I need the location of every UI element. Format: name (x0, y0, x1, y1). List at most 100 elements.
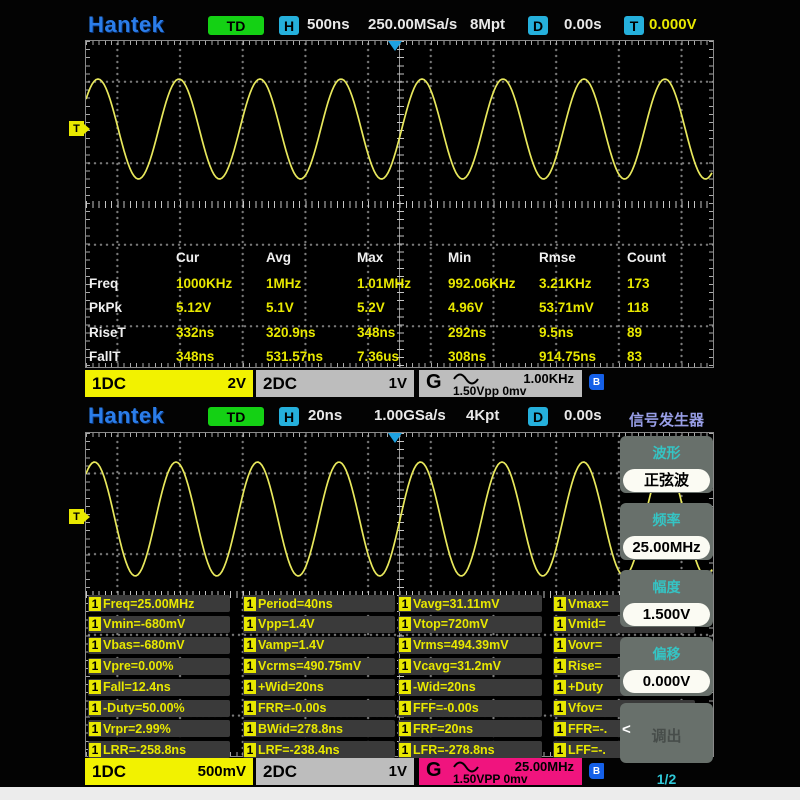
channel1-badge: 1 (244, 597, 256, 611)
channel1-badge: 1 (89, 680, 101, 694)
table-cell: 531.57ns (266, 349, 357, 364)
sample-rate-value: 250.00MSa/s (368, 16, 457, 33)
measurement-text: Vbas=-680mV (102, 638, 185, 652)
table-cell: 7.36us (357, 349, 448, 364)
channel1-badge: 1 (89, 638, 101, 652)
delay-badge-icon[interactable]: D (528, 407, 548, 426)
channel1-label: 1DC (92, 374, 126, 394)
trigger-level-flag[interactable]: T (69, 509, 84, 524)
trigger-level-flag[interactable]: T (69, 121, 84, 136)
frequency-button-label: 频率 (620, 510, 713, 530)
channel1-badge: 1 (399, 701, 411, 715)
table-cell: 1MHz (266, 276, 357, 291)
channel1-badge: 1 (554, 701, 566, 715)
trigger-position-arrow-icon[interactable] (388, 41, 402, 51)
recall-button[interactable]: < 调出 (620, 703, 713, 763)
table-cell: 348ns (357, 325, 448, 340)
table-cell: 89 (627, 325, 707, 340)
channel1-badge: 1 (554, 597, 566, 611)
channel1-badge: 1 (89, 659, 101, 673)
channel1-badge: 1 (399, 638, 411, 652)
trigger-badge-icon[interactable]: T (624, 16, 644, 35)
channel1-badge: 1 (244, 638, 256, 652)
channel2-box[interactable]: 2DC 1V (256, 370, 414, 397)
channel1-badge: 1 (244, 659, 256, 673)
channel2-box[interactable]: 2DC 1V (256, 758, 414, 785)
generator-status-box[interactable]: G 25.00MHz 1.50VPP 0mv (419, 758, 582, 785)
channel1-box[interactable]: 1DC 2V (85, 370, 253, 397)
delay-badge-icon[interactable]: D (528, 16, 548, 35)
measurement-text: LRR=-258.8ns (102, 743, 186, 757)
channel1-badge: 1 (89, 722, 101, 736)
horizontal-badge-icon[interactable]: H (279, 407, 299, 426)
measurement-text: Vcrms=490.75mV (257, 659, 361, 673)
measurement-chip: 1LRR=-258.8ns (88, 741, 230, 758)
measurement-text: BWid=278.8ns (257, 722, 343, 736)
channel1-scale: 500mV (198, 763, 246, 780)
horizontal-badge-icon[interactable]: H (279, 16, 299, 35)
channel1-badge: 1 (554, 659, 566, 673)
generator-status-box[interactable]: G 1.00KHz 1.50Vpp 0mv (419, 370, 582, 397)
measurement-text: +Wid=20ns (257, 680, 324, 694)
frequency-button[interactable]: 频率 25.00MHz (620, 503, 713, 560)
measurement-text: Fall=12.4ns (102, 680, 171, 694)
waveform-button[interactable]: 波形 正弦波 (620, 436, 713, 493)
channel1-box[interactable]: 1DC 500mV (85, 758, 253, 785)
page-indicator[interactable]: 1/2 (620, 771, 713, 787)
channel1-badge: 1 (554, 743, 566, 757)
channel1-badge: 1 (554, 680, 566, 694)
measurement-chip: 1Vrpr=2.99% (88, 720, 230, 737)
measurement-text: Vtop=720mV (412, 617, 488, 631)
channel1-badge: 1 (554, 617, 566, 631)
trigger-mode-badge[interactable]: TD (208, 16, 264, 35)
measurement-text: FFR=-. (567, 722, 607, 736)
measurement-chip: 1Freq=25.00MHz (88, 595, 230, 612)
table-cell: 9.5ns (539, 325, 627, 340)
table-header: Count (627, 250, 707, 265)
offset-button[interactable]: 偏移 0.000V (620, 637, 713, 696)
table-cell: 348ns (176, 349, 266, 364)
channel1-badge: 1 (554, 638, 566, 652)
trigger-position-arrow-icon[interactable] (388, 433, 402, 443)
channel1-badge: 1 (89, 701, 101, 715)
recall-button-label: 调出 (620, 725, 713, 746)
measurement-text: Vmid= (567, 617, 606, 631)
table-header: Max (357, 250, 448, 265)
measure-table: CurAvgMaxMinRmseCountFreq1000KHz1MHz1.01… (89, 243, 707, 369)
measurement-text: Vrpr=2.99% (102, 722, 171, 736)
channel1-badge: 1 (244, 680, 256, 694)
channel1-scale: 2V (228, 375, 246, 392)
amplitude-button[interactable]: 幅度 1.500V (620, 570, 713, 627)
table-cell: 53.71mV (539, 300, 627, 315)
channel2-scale: 1V (389, 375, 407, 392)
table-cell: 320.9ns (266, 325, 357, 340)
measurement-overlay: 1Freq=25.00MHz1Vmin=-680mV1Vbas=-680mV1V… (85, 595, 712, 760)
screenshot-root: Hantek TD H 500ns 250.00MSa/s 8Mpt D 0.0… (0, 0, 800, 800)
measurement-text: Vpre=0.00% (102, 659, 174, 673)
horizontal-offset-value: 0.00s (564, 16, 602, 33)
generator-amplitude: 1.50Vpp 0mv (453, 384, 526, 398)
offset-button-label: 偏移 (620, 644, 713, 664)
channel1-badge: 1 (399, 659, 411, 673)
channel2-label: 2DC (263, 374, 297, 394)
waveform-value: 正弦波 (623, 469, 710, 492)
measurement-chip: 1Vrms=494.39mV (398, 637, 542, 654)
timebase-value: 500ns (307, 16, 350, 33)
generator-label: G (426, 759, 442, 782)
measurement-text: Vpp=1.4V (257, 617, 315, 631)
channel1-badge: 1 (399, 722, 411, 736)
table-cell: 173 (627, 276, 707, 291)
measurement-chip: 1Vbas=-680mV (88, 637, 230, 654)
brand-logo: Hantek (88, 12, 164, 38)
measurement-chip: 1Vavg=31.11mV (398, 595, 542, 612)
center-horizontal-ticks (86, 201, 713, 208)
measurement-chip: 1-Wid=20ns (398, 679, 542, 696)
channel1-badge: 1 (244, 722, 256, 736)
measurement-text: -Wid=20ns (412, 680, 476, 694)
table-cell: 5.12V (176, 300, 266, 315)
trigger-mode-badge[interactable]: TD (208, 407, 264, 426)
frequency-value: 25.00MHz (623, 536, 710, 559)
measurement-chip: 1FFF=-0.00s (398, 700, 542, 717)
measurement-text: Period=40ns (257, 597, 333, 611)
generator-frequency: 1.00KHz (523, 371, 574, 386)
